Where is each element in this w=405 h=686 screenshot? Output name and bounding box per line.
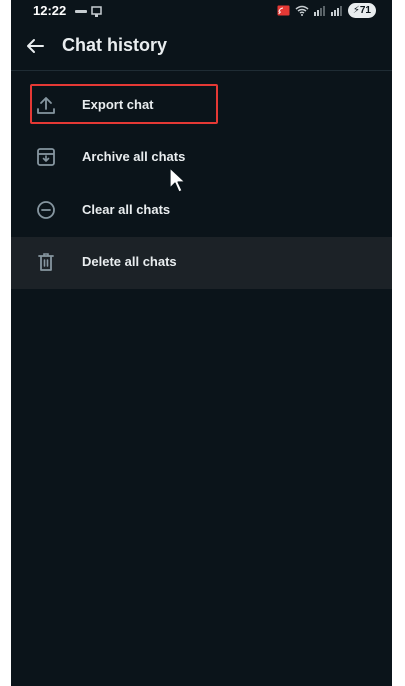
status-right-icons: ⚡71 xyxy=(277,3,376,18)
highlight-annotation xyxy=(30,84,218,124)
status-time: 12:22 xyxy=(33,3,67,18)
signal-icon-2 xyxy=(330,6,342,16)
delete-all-chats-item[interactable]: Delete all chats xyxy=(11,237,392,289)
status-notification-icons xyxy=(75,6,102,17)
mouse-pointer-icon xyxy=(169,167,186,193)
battery-indicator: ⚡71 xyxy=(347,3,376,18)
clear-all-chats-item[interactable]: Clear all chats xyxy=(11,185,392,237)
delete-all-chats-label: Delete all chats xyxy=(82,254,177,269)
arrow-left-icon xyxy=(27,39,44,53)
wifi-icon xyxy=(295,5,309,16)
trash-icon xyxy=(38,253,54,271)
phone-screen: 12:22 ⚡71 Chat history Export chat Archi… xyxy=(11,0,392,686)
clear-minus-circle-icon xyxy=(37,201,55,219)
battery-level: 71 xyxy=(359,5,371,16)
app-bar: Chat history xyxy=(11,22,392,70)
status-bar: 12:22 ⚡71 xyxy=(11,0,392,22)
archive-all-chats-label: Archive all chats xyxy=(82,149,186,164)
signal-icon xyxy=(313,6,325,16)
notification-icon xyxy=(75,9,87,13)
cast-icon xyxy=(277,5,290,16)
archive-icon xyxy=(37,148,55,166)
divider xyxy=(11,70,392,71)
screen-cast-icon xyxy=(91,6,102,17)
archive-all-chats-item[interactable]: Archive all chats xyxy=(11,132,392,184)
back-button[interactable] xyxy=(23,34,47,58)
clear-all-chats-label: Clear all chats xyxy=(82,202,171,217)
page-title: Chat history xyxy=(62,35,168,55)
